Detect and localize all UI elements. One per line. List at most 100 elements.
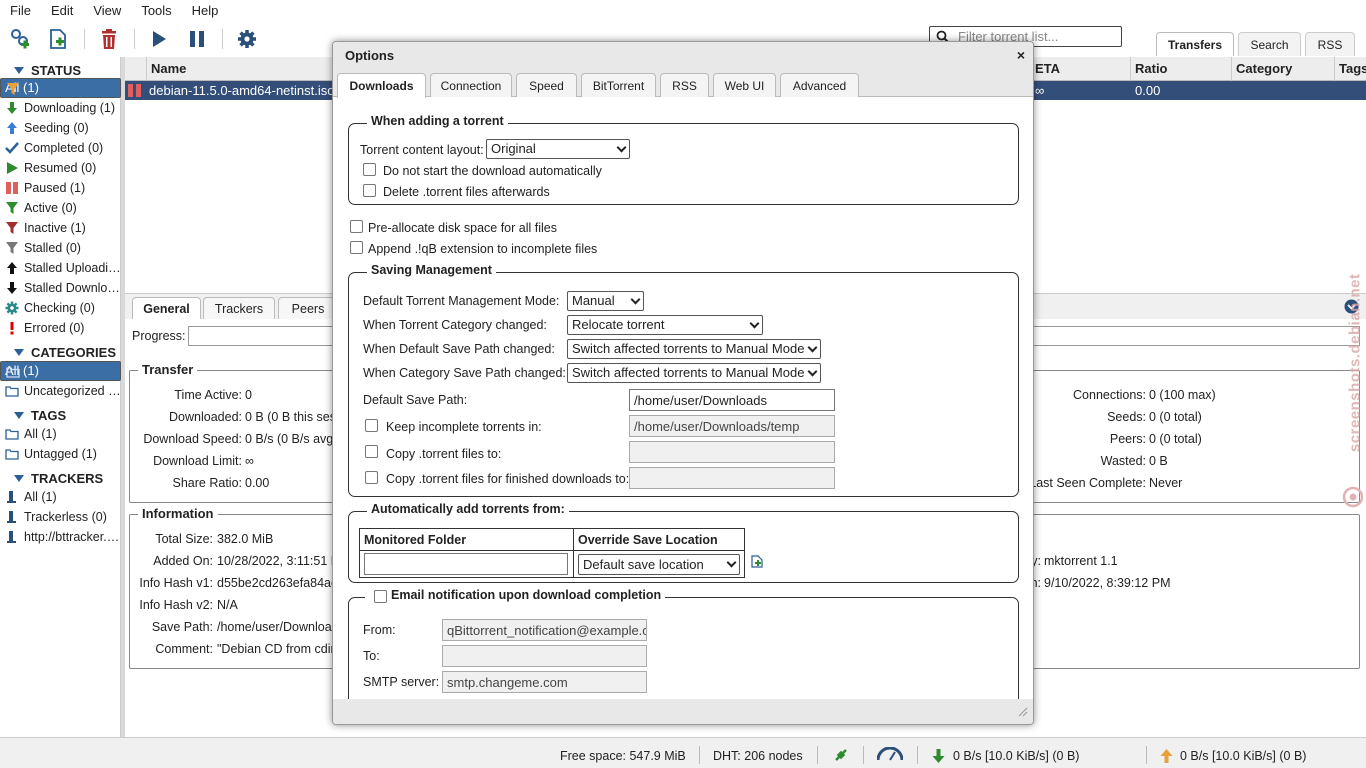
download-speed-text: 0 B/s [10.0 KiB/s] (0 B) <box>953 749 1080 763</box>
no-start-checkbox[interactable] <box>363 163 376 176</box>
tab-trackers[interactable]: Trackers <box>203 297 275 320</box>
categories-header[interactable]: CATEGORIES <box>0 343 121 361</box>
column-eta[interactable]: ETA <box>1035 61 1060 76</box>
column-category[interactable]: Category <box>1236 61 1292 76</box>
add-folder-icon[interactable] <box>751 555 763 571</box>
copy-finished-input[interactable] <box>629 467 835 489</box>
free-space-text: Free space: 547.9 MiB <box>560 749 686 763</box>
tab-rss-options[interactable]: RSS <box>660 73 709 97</box>
delete-torrent-checkbox[interactable] <box>363 184 376 197</box>
override-location-select[interactable]: Default save location <box>578 553 740 575</box>
copy-finished-label: Copy .torrent files for finished downloa… <box>386 472 630 486</box>
chevron-down-icon <box>14 475 24 482</box>
tab-downloads[interactable]: Downloads <box>337 73 426 98</box>
menu-tools[interactable]: Tools <box>141 0 171 18</box>
sidebar-item-trackerless[interactable]: Trackerless (0) <box>0 507 121 527</box>
no-start-label: Do not start the download automatically <box>383 164 602 178</box>
sidebar-item-seeding[interactable]: Seeding (0) <box>0 118 121 138</box>
preallocate-checkbox[interactable] <box>350 220 363 233</box>
append-ext-label: Append .!qB extension to incomplete file… <box>368 242 598 256</box>
sidebar-item-untagged[interactable]: Untagged (1) <box>0 444 121 464</box>
category-path-changed-select[interactable]: Switch affected torrents to Manual Mode <box>567 363 821 383</box>
tracker-icon <box>7 511 16 523</box>
field-label: Comment: <box>155 642 213 656</box>
tab-webui[interactable]: Web UI <box>713 73 776 97</box>
column-name[interactable]: Name <box>151 61 186 76</box>
sidebar-item-stalled[interactable]: Stalled (0) <box>0 238 121 258</box>
append-ext-checkbox[interactable] <box>350 241 363 254</box>
content-layout-select[interactable]: Original <box>486 139 630 159</box>
management-mode-select[interactable]: Manual <box>567 291 644 311</box>
speed-limits-icon[interactable] <box>876 746 904 764</box>
tab-search[interactable]: Search <box>1238 32 1301 56</box>
pause-icon[interactable] <box>185 27 209 51</box>
dialog-title[interactable]: Options <box>333 42 1033 70</box>
connection-status-icon[interactable] <box>833 747 849 766</box>
sidebar-item-tracker-all[interactable]: All (1) <box>0 487 121 507</box>
sidebar-item-downloading[interactable]: Downloading (1) <box>0 98 121 118</box>
keep-incomplete-input[interactable]: /home/user/Downloads/temp <box>629 415 835 437</box>
sidebar-item-inactive[interactable]: Inactive (1) <box>0 218 121 238</box>
sidebar-item-uncategorized[interactable]: Uncategorized (1) <box>0 381 121 401</box>
tab-advanced[interactable]: Advanced <box>780 73 859 97</box>
tab-bittorrent[interactable]: BitTorrent <box>581 73 656 97</box>
sidebar-item-resumed[interactable]: Resumed (0) <box>0 158 121 178</box>
chevron-down-icon <box>616 142 627 153</box>
sidebar-item-active[interactable]: Active (0) <box>0 198 121 218</box>
sidebar-item-errored[interactable]: Errored (0) <box>0 318 121 338</box>
keep-incomplete-checkbox[interactable] <box>365 419 378 432</box>
status-separator <box>1146 746 1147 764</box>
monitored-folder-input[interactable] <box>364 553 568 575</box>
auto-add-legend: Automatically add torrents from: <box>367 502 569 516</box>
category-changed-select[interactable]: Relocate torrent <box>567 315 763 335</box>
default-save-path-label: Default Save Path: <box>363 393 468 407</box>
sidebar-item-tag-all[interactable]: All (1) <box>0 424 121 444</box>
default-save-path-input[interactable]: /home/user/Downloads <box>629 389 835 411</box>
menu-help[interactable]: Help <box>192 0 219 18</box>
tab-speed[interactable]: Speed <box>516 73 577 97</box>
sidebar-item-status-all[interactable]: All (1) <box>0 78 121 98</box>
gear-icon[interactable] <box>235 27 259 51</box>
resize-grip-icon[interactable] <box>1018 705 1028 720</box>
sidebar-item-category-all[interactable]: All (1) <box>0 361 121 381</box>
add-torrent-link-icon[interactable] <box>8 27 32 51</box>
adding-torrent-legend: When adding a torrent <box>367 114 508 128</box>
options-dialog: Options × Downloads Connection Speed Bit… <box>332 41 1034 725</box>
field-label: Wasted: <box>1100 454 1146 468</box>
tab-connection[interactable]: Connection <box>430 73 512 97</box>
tab-transfers[interactable]: Transfers <box>1156 32 1234 56</box>
sidebar-item-checking[interactable]: Checking (0) <box>0 298 121 318</box>
field-label: Added On: <box>153 554 213 568</box>
status-header[interactable]: STATUS <box>0 61 121 79</box>
tab-rss[interactable]: RSS <box>1305 32 1355 56</box>
sidebar-item-stalled-downloading[interactable]: Stalled Downloading (0) <box>0 278 121 298</box>
email-checkbox[interactable] <box>374 590 387 603</box>
sidebar-item-paused[interactable]: Paused (1) <box>0 178 121 198</box>
tab-general[interactable]: General <box>132 297 201 320</box>
email-from-input[interactable]: qBittorrent_notification@example.com <box>442 619 647 641</box>
column-ratio[interactable]: Ratio <box>1135 61 1168 76</box>
delete-icon[interactable] <box>97 27 121 51</box>
menu-edit[interactable]: Edit <box>51 0 73 18</box>
column-tags[interactable]: Tags <box>1339 61 1366 76</box>
copy-torrent-checkbox[interactable] <box>365 445 378 458</box>
close-icon[interactable]: × <box>1017 47 1025 63</box>
copy-torrent-input[interactable] <box>629 441 835 463</box>
sidebar-item-tracker-debian[interactable]: http://bttracker.debian.org:6969/announc… <box>0 527 121 547</box>
trackers-header[interactable]: TRACKERS <box>0 469 121 487</box>
download-arrow-icon <box>7 102 17 114</box>
tab-peers[interactable]: Peers <box>278 297 338 320</box>
email-to-input[interactable] <box>442 645 647 667</box>
resume-icon[interactable] <box>147 27 171 51</box>
dialog-body: When adding a torrent Torrent content la… <box>333 97 1033 699</box>
default-path-changed-select[interactable]: Switch affected torrents to Manual Mode <box>567 339 821 359</box>
add-torrent-file-icon[interactable] <box>46 27 70 51</box>
exclamation-icon <box>10 322 14 335</box>
menu-file[interactable]: File <box>10 0 31 18</box>
sidebar-item-stalled-uploading[interactable]: Stalled Uploading (0) <box>0 258 121 278</box>
sidebar-item-completed[interactable]: Completed (0) <box>0 138 121 158</box>
smtp-server-input[interactable]: smtp.changeme.com <box>442 671 647 693</box>
tags-header[interactable]: TAGS <box>0 406 121 424</box>
copy-finished-checkbox[interactable] <box>365 471 378 484</box>
menu-view[interactable]: View <box>93 0 121 18</box>
